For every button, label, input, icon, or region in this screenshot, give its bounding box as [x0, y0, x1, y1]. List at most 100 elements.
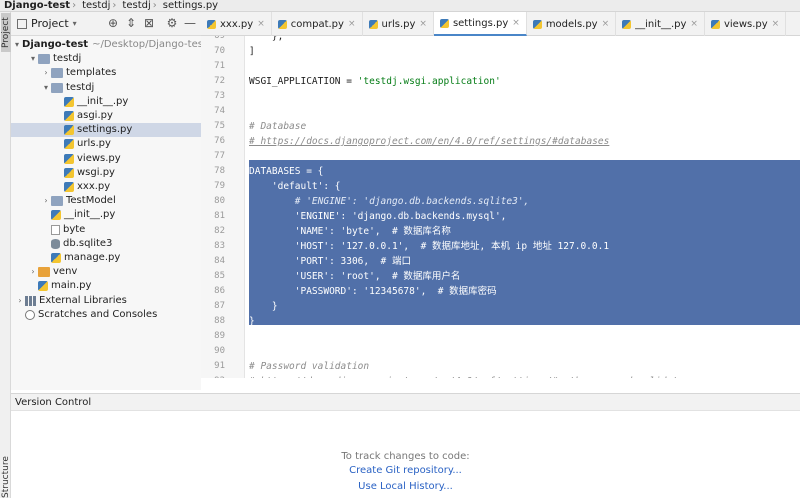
breadcrumb-subfolder[interactable]: testdj: [118, 0, 150, 11]
chevron-right-icon[interactable]: ›: [28, 265, 38, 279]
lib-icon: [25, 295, 36, 306]
code-line: 'PORT': 3306, # 端口: [249, 256, 411, 267]
code-editor[interactable]: 69 70 71 72 73 74 75 76 77 78 79 80 81 82 83 84 85 86 87 88…: [201, 36, 800, 378]
chevron-right-icon[interactable]: ›: [41, 66, 51, 80]
editor-tab[interactable]: compat.py ×: [272, 12, 363, 36]
python-file-icon: [368, 19, 378, 29]
file-icon: [51, 224, 60, 235]
tree-item-label: __init__.py: [64, 209, 116, 221]
code-line: }: [249, 301, 278, 312]
tree-item[interactable]: __init__.py: [11, 208, 201, 222]
chevron-right-icon[interactable]: ›: [41, 194, 51, 208]
tree-item[interactable]: ▾ Django-test ~/Desktop/Django-test: [11, 38, 201, 52]
tree-item[interactable]: main.py: [11, 279, 201, 293]
tree-item-label: urls.py: [77, 138, 111, 150]
hide-panel-icon[interactable]: —: [184, 17, 196, 29]
line-number: 91: [214, 361, 225, 371]
pyfile-icon: [64, 125, 74, 136]
line-number: 82: [214, 226, 225, 236]
line-number: 83: [214, 241, 225, 251]
version-control-header[interactable]: Version Control: [11, 393, 800, 411]
code-line: # Database: [249, 121, 307, 132]
line-number: 75: [214, 121, 225, 131]
tree-item-label: xxx.py: [77, 181, 111, 192]
breadcrumb-file[interactable]: settings.py: [159, 0, 218, 11]
tree-item[interactable]: urls.py: [11, 137, 201, 151]
chevron-down-icon[interactable]: ▾: [41, 81, 51, 95]
chevron-right-icon: ›: [112, 0, 117, 11]
code-line: },: [249, 36, 284, 42]
chevron-down-icon: ▾: [72, 19, 77, 28]
tree-item[interactable]: settings.py: [11, 123, 201, 138]
line-number: 72: [214, 76, 225, 86]
code-line: }: [249, 316, 255, 327]
code-line: # 'ENGINE': 'django.db.backends.sqlite3'…: [249, 196, 530, 207]
breadcrumb-project[interactable]: Django-test: [0, 0, 70, 11]
tree-item[interactable]: __init__.py: [11, 95, 201, 109]
tree-item[interactable]: › venv: [11, 265, 201, 279]
close-icon[interactable]: ×: [419, 19, 427, 29]
pyfile-icon: [64, 96, 74, 107]
tree-item-label: main.py: [51, 280, 92, 292]
editor-tab[interactable]: urls.py ×: [363, 12, 434, 36]
locate-file-icon[interactable]: ⊕: [107, 17, 119, 29]
editor-tab[interactable]: xxx.py ×: [201, 12, 272, 36]
gear-icon[interactable]: ⚙: [166, 17, 178, 29]
tree-item[interactable]: ▾ testdj: [11, 52, 201, 66]
tree-item-label: testdj: [53, 53, 82, 65]
python-file-icon: [207, 19, 216, 29]
scratch-icon: [25, 309, 35, 320]
chevron-right-icon: ›: [72, 0, 77, 11]
code-line: 'ENGINE': 'django.db.backends.mysql',: [249, 211, 507, 222]
expand-all-icon[interactable]: ⇕: [125, 17, 137, 29]
editor-tab[interactable]: models.py ×: [527, 12, 617, 36]
folder-icon: [38, 54, 50, 65]
tree-item[interactable]: › External Libraries: [11, 294, 201, 308]
line-number: 88: [214, 316, 225, 326]
chevron-down-icon[interactable]: ▾: [15, 38, 19, 52]
close-icon[interactable]: ×: [690, 19, 698, 29]
tree-item-label: settings.py: [77, 124, 133, 136]
project-view-icon: [17, 18, 27, 29]
tree-item[interactable]: › templates: [11, 66, 201, 80]
code-line: DATABASES = {: [249, 166, 324, 177]
tree-item[interactable]: › TestModel: [11, 194, 201, 208]
collapse-all-icon[interactable]: ⊠: [143, 17, 155, 29]
project-view-selector[interactable]: Project ▾: [17, 17, 77, 30]
tree-item[interactable]: manage.py: [11, 251, 201, 265]
chevron-down-icon[interactable]: ▾: [28, 52, 38, 66]
local-history-link-text[interactable]: Use Local History...: [358, 481, 453, 492]
tree-item[interactable]: Scratches and Consoles: [11, 308, 201, 322]
breadcrumb-folder[interactable]: testdj: [78, 0, 110, 11]
chevron-right-icon[interactable]: ›: [15, 294, 25, 308]
tree-item[interactable]: byte: [11, 223, 201, 237]
editor-tab[interactable]: __init__.py ×: [616, 12, 705, 36]
python-file-icon: [710, 19, 720, 29]
folder-icon: [51, 82, 63, 93]
line-number: 71: [214, 61, 225, 71]
tree-item[interactable]: wsgi.py: [11, 166, 201, 180]
tree-item[interactable]: asgi.py: [11, 109, 201, 123]
close-icon[interactable]: ×: [348, 19, 356, 29]
line-number: 76: [214, 136, 225, 146]
editor-tab[interactable]: settings.py ×: [433, 12, 527, 36]
structure-tool-tab[interactable]: Structure: [1, 456, 11, 498]
create-git-repo-link-text[interactable]: Create Git repository...: [349, 465, 462, 476]
close-icon[interactable]: ×: [512, 18, 520, 28]
tree-item[interactable]: db.sqlite3: [11, 237, 201, 251]
tree-item-label: Scratches and Consoles: [38, 308, 158, 320]
tree-item[interactable]: xxx.py: [11, 180, 201, 194]
editor-tabs: xxx.py × compat.py × urls.py × settings.py × mod…: [201, 12, 800, 36]
close-icon[interactable]: ×: [257, 19, 265, 29]
editor-tab[interactable]: views.py ×: [705, 12, 787, 36]
tree-item-label: byte: [63, 223, 86, 235]
tree-item[interactable]: views.py: [11, 152, 201, 166]
close-icon[interactable]: ×: [602, 19, 610, 29]
close-icon[interactable]: ×: [772, 19, 780, 29]
project-tool-tab[interactable]: Project: [1, 13, 11, 52]
python-file-icon: [532, 19, 542, 29]
tree-item[interactable]: ▾ testdj: [11, 81, 201, 95]
